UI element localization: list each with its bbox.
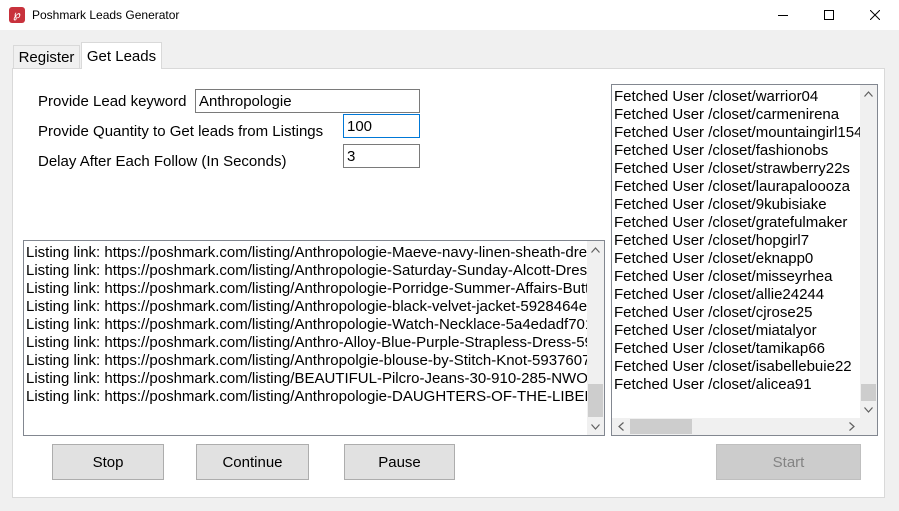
close-icon bbox=[870, 10, 880, 20]
chevron-right-icon bbox=[848, 422, 855, 431]
list-item[interactable]: Listing link: https://poshmark.com/listi… bbox=[24, 280, 587, 298]
listings-vertical-scrollbar[interactable] bbox=[587, 241, 604, 435]
maximize-icon bbox=[824, 10, 834, 20]
close-button[interactable] bbox=[852, 0, 898, 30]
scroll-up-arrow[interactable] bbox=[587, 241, 604, 258]
list-item[interactable]: Fetched User /closet/hopgirl7 bbox=[612, 232, 860, 250]
tab-get-leads[interactable]: Get Leads bbox=[81, 42, 162, 69]
quantity-input[interactable] bbox=[343, 114, 420, 138]
list-item[interactable]: Fetched User /closet/strawberry22s bbox=[612, 160, 860, 178]
listings-log[interactable]: Listing link: https://poshmark.com/listi… bbox=[23, 240, 605, 436]
maximize-button[interactable] bbox=[806, 0, 852, 30]
users-log[interactable]: Fetched User /closet/warrior04 Fetched Us… bbox=[611, 84, 878, 436]
list-item[interactable]: Listing link: https://poshmark.com/listi… bbox=[24, 370, 587, 388]
scroll-down-arrow[interactable] bbox=[587, 418, 604, 435]
keyword-label: Provide Lead keyword bbox=[38, 93, 187, 110]
users-log-items: Fetched User /closet/warrior04 Fetched Us… bbox=[612, 88, 860, 418]
list-item[interactable]: Fetched User /closet/laurapaloooza bbox=[612, 178, 860, 196]
list-item[interactable]: Listing link: https://poshmark.com/listi… bbox=[24, 244, 587, 262]
list-item[interactable]: Listing link: https://poshmark.com/listi… bbox=[24, 388, 587, 406]
minimize-icon bbox=[778, 15, 788, 16]
list-item[interactable]: Fetched User /closet/cjrose25 bbox=[612, 304, 860, 322]
list-item[interactable]: Listing link: https://poshmark.com/listi… bbox=[24, 262, 587, 280]
quantity-label: Provide Quantity to Get leads from Listi… bbox=[38, 123, 324, 140]
scroll-left-arrow[interactable] bbox=[612, 418, 629, 435]
listings-log-items: Listing link: https://poshmark.com/listi… bbox=[24, 244, 587, 406]
list-item[interactable]: Fetched User /closet/isabellebuie22 bbox=[612, 358, 860, 376]
poshmark-app-icon: ℘ bbox=[9, 7, 25, 23]
list-item[interactable]: Fetched User /closet/warrior04 bbox=[612, 88, 860, 106]
list-item[interactable]: Fetched User /closet/fashionobs bbox=[612, 142, 860, 160]
scroll-thumb[interactable] bbox=[588, 384, 603, 417]
start-button[interactable]: Start bbox=[716, 444, 861, 480]
list-item[interactable]: Listing link: https://poshmark.com/listi… bbox=[24, 316, 587, 334]
list-item[interactable]: Listing link: https://poshmark.com/listi… bbox=[24, 352, 587, 370]
title-bar: ℘ Poshmark Leads Generator bbox=[0, 0, 899, 30]
list-item[interactable]: Fetched User /closet/misseyrhea bbox=[612, 268, 860, 286]
keyword-input[interactable] bbox=[195, 89, 420, 113]
scroll-thumb[interactable] bbox=[861, 384, 876, 401]
scroll-down-arrow[interactable] bbox=[860, 401, 877, 418]
minimize-button[interactable] bbox=[760, 0, 806, 30]
list-item[interactable]: Fetched User /closet/eknapp0 bbox=[612, 250, 860, 268]
scroll-up-arrow[interactable] bbox=[860, 85, 877, 102]
list-item[interactable]: Fetched User /closet/9kubisiake bbox=[612, 196, 860, 214]
continue-button[interactable]: Continue bbox=[196, 444, 309, 480]
chevron-down-icon bbox=[864, 406, 873, 413]
chevron-down-icon bbox=[591, 423, 600, 430]
list-item[interactable]: Fetched User /closet/mountaingirl154 bbox=[612, 124, 860, 142]
window-title: Poshmark Leads Generator bbox=[32, 8, 180, 22]
chevron-up-icon bbox=[591, 246, 600, 253]
list-item[interactable]: Fetched User /closet/miatalyor bbox=[612, 322, 860, 340]
tab-register[interactable]: Register bbox=[13, 45, 80, 68]
list-item[interactable]: Listing link: https://poshmark.com/listi… bbox=[24, 334, 587, 352]
list-item[interactable]: Listing link: https://poshmark.com/listi… bbox=[24, 298, 587, 316]
get-leads-panel: Provide Lead keyword Provide Quantity to… bbox=[12, 68, 885, 498]
delay-input[interactable] bbox=[343, 144, 420, 168]
users-vertical-scrollbar[interactable] bbox=[860, 85, 877, 418]
users-horizontal-scrollbar[interactable] bbox=[612, 418, 860, 435]
list-item[interactable]: Fetched User /closet/tamikap66 bbox=[612, 340, 860, 358]
list-item[interactable]: Fetched User /closet/allie24244 bbox=[612, 286, 860, 304]
stop-button[interactable]: Stop bbox=[52, 444, 164, 480]
list-item[interactable]: Fetched User /closet/alicea91 bbox=[612, 376, 860, 394]
chevron-up-icon bbox=[864, 90, 873, 97]
scroll-right-arrow[interactable] bbox=[843, 418, 860, 435]
pause-button[interactable]: Pause bbox=[344, 444, 455, 480]
scrollbar-corner bbox=[860, 418, 877, 435]
list-item[interactable]: Fetched User /closet/gratefulmaker bbox=[612, 214, 860, 232]
list-item[interactable]: Fetched User /closet/carmenirena bbox=[612, 106, 860, 124]
chevron-left-icon bbox=[617, 422, 624, 431]
scroll-thumb[interactable] bbox=[630, 419, 692, 434]
delay-label: Delay After Each Follow (In Seconds) bbox=[38, 153, 287, 170]
